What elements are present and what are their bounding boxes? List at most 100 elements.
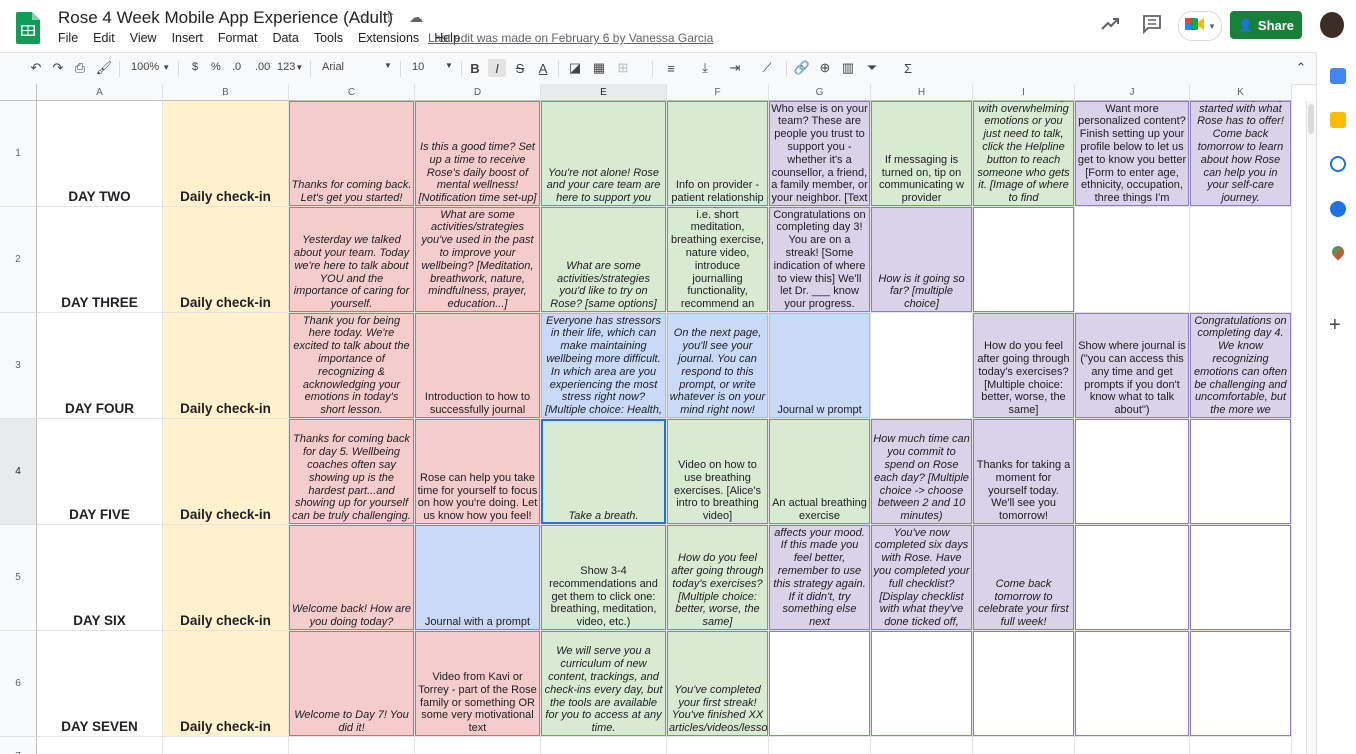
cell-h6[interactable] [871, 631, 973, 737]
cell-i1[interactable]: If you are dealing with overwhelming emo… [973, 101, 1075, 207]
italic-button[interactable]: I [488, 59, 506, 77]
borders-icon[interactable]: ▦ [590, 59, 608, 77]
cell-c3[interactable]: Thank you for being here today. We're ex… [289, 313, 415, 419]
filter-icon[interactable]: ⏷ [863, 59, 881, 77]
cell-j3[interactable]: Show where journal is ("you can access t… [1075, 313, 1190, 419]
cell-h3[interactable] [871, 313, 973, 419]
cell-a7[interactable] [37, 737, 163, 754]
cell-k3[interactable]: Congratulations on completing day 4. We … [1190, 313, 1292, 419]
paint-format-icon[interactable]: 🖌 [95, 59, 113, 77]
cell-h5[interactable]: You've now completed six days with Rose.… [871, 525, 973, 631]
row-header-5[interactable]: 5 [0, 525, 37, 631]
document-title[interactable]: Rose 4 Week Mobile App Experience (Adult… [58, 8, 393, 28]
row-header-1[interactable]: 1 [0, 101, 37, 207]
cell-a1[interactable]: DAY TWO [37, 101, 163, 207]
cell-i6[interactable] [973, 631, 1075, 737]
cell-g3[interactable]: Journal w prompt [769, 313, 871, 419]
more-formats-select[interactable]: 123▼ [277, 61, 303, 73]
undo-icon[interactable]: ↶ [27, 59, 45, 77]
cell-e4[interactable]: Take a breath. [541, 419, 667, 525]
cell-f6[interactable]: You've completed your first streak! You'… [667, 631, 769, 737]
cell-i7[interactable] [973, 737, 1075, 754]
cell-k1[interactable]: You're just getting started with what Ro… [1190, 101, 1292, 207]
merge-cells-icon[interactable]: ⊞ [614, 59, 632, 77]
column-header-j[interactable]: J [1075, 84, 1190, 101]
menu-view[interactable]: View [130, 31, 157, 45]
move-to-folder-icon[interactable]: ⇪ [382, 9, 398, 26]
cell-a5[interactable]: DAY SIX [37, 525, 163, 631]
cell-k6[interactable] [1190, 631, 1292, 737]
star-icon[interactable]: ☆ [356, 9, 372, 26]
text-color-icon[interactable]: A [534, 59, 552, 77]
cell-h7[interactable] [871, 737, 973, 754]
currency-format-button[interactable]: $ [192, 61, 198, 73]
cell-b2[interactable]: Daily check-in [163, 207, 289, 313]
avatar[interactable] [1320, 12, 1344, 38]
font-size-select[interactable]: 10 ▼ [412, 61, 454, 73]
cell-g6[interactable] [769, 631, 871, 737]
cell-f3[interactable]: On the next page, you'll see your journa… [667, 313, 769, 419]
maps-icon[interactable] [1329, 243, 1347, 261]
menu-format[interactable]: Format [218, 31, 258, 45]
cell-f2[interactable]: Serve them up what they selected i.e. sh… [667, 207, 769, 313]
add-addon-icon[interactable]: + [1329, 314, 1341, 337]
row-header-6[interactable]: 6 [0, 631, 37, 737]
fill-color-icon[interactable]: ◪ [566, 59, 584, 77]
column-header-a[interactable]: A [37, 84, 163, 101]
comments-icon[interactable] [1142, 14, 1162, 39]
contacts-icon[interactable] [1330, 201, 1346, 217]
cell-c5[interactable]: Welcome back! How are you doing today? [289, 525, 415, 631]
cell-b4[interactable]: Daily check-in [163, 419, 289, 525]
cell-h4[interactable]: How much time can you commit to spend on… [871, 419, 973, 525]
percent-format-button[interactable]: % [211, 61, 221, 73]
cell-j6[interactable] [1075, 631, 1190, 737]
cell-j5[interactable] [1075, 525, 1190, 631]
increase-decimal-button[interactable]: .00 [255, 61, 270, 73]
text-wrap-icon[interactable]: ⇥ [726, 59, 744, 77]
row-header-4[interactable]: 4 [0, 419, 37, 525]
cell-k2[interactable] [1190, 207, 1292, 313]
cell-j7[interactable] [1075, 737, 1190, 754]
cell-a2[interactable]: DAY THREE [37, 207, 163, 313]
cell-i2[interactable] [973, 207, 1075, 313]
cell-i5[interactable]: Come back tomorrow to celebrate your fir… [973, 525, 1075, 631]
cell-e1[interactable]: You're not alone! Rose and your care tea… [541, 101, 667, 207]
vertical-align-icon[interactable]: ⤓ [696, 59, 714, 77]
menu-data[interactable]: Data [272, 31, 298, 45]
insert-comment-icon[interactable]: ⊕ [816, 59, 834, 77]
menu-edit[interactable]: Edit [93, 31, 115, 45]
functions-icon[interactable]: Σ [899, 59, 917, 77]
row-header-7[interactable]: 7 [0, 737, 37, 754]
cell-g2[interactable]: Congratulations on completing day 3! You… [769, 207, 871, 313]
cell-k5[interactable] [1190, 525, 1292, 631]
cell-d3[interactable]: Introduction to how to successfully jour… [415, 313, 541, 419]
cell-k7[interactable] [1190, 737, 1292, 754]
column-header-d[interactable]: D [415, 84, 541, 101]
meet-button[interactable]: ▼ [1178, 11, 1222, 41]
cell-c2[interactable]: Yesterday we talked about your team. Tod… [289, 207, 415, 313]
redo-icon[interactable]: ↷ [49, 59, 67, 77]
cell-g7[interactable] [769, 737, 871, 754]
cloud-status-icon[interactable]: ☁ [408, 9, 424, 26]
cell-j2[interactable] [1075, 207, 1190, 313]
column-header-i[interactable]: I [973, 84, 1075, 101]
cell-e6[interactable]: We will serve you a curriculum of new co… [541, 631, 667, 737]
menu-file[interactable]: File [58, 31, 78, 45]
cell-a6[interactable]: DAY SEVEN [37, 631, 163, 737]
menu-insert[interactable]: Insert [172, 31, 203, 45]
bold-button[interactable]: B [466, 59, 484, 77]
cell-b1[interactable]: Daily check-in [163, 101, 289, 207]
spreadsheet-grid[interactable]: A B C D E F G H I J K 1 DAY TWO Daily check-in Thanks … [0, 84, 1306, 754]
decrease-decimal-button[interactable]: .0 [232, 61, 241, 73]
cell-d6[interactable]: Video from Kavi or Torrey - part of the … [415, 631, 541, 737]
insert-chart-icon[interactable]: ▥ [839, 59, 857, 77]
collapse-toolbar-icon[interactable]: ⌃ [1292, 59, 1310, 77]
row-header-3[interactable]: 3 [0, 313, 37, 419]
share-button[interactable]: 👤 Share [1230, 11, 1302, 39]
cell-b3[interactable]: Daily check-in [163, 313, 289, 419]
cell-c4[interactable]: Thanks for coming back for day 5. Wellbe… [289, 419, 415, 525]
cell-d5[interactable]: Journal with a prompt [415, 525, 541, 631]
column-header-e[interactable]: E [541, 84, 667, 101]
cell-f1[interactable]: Info on provider - patient relationship [667, 101, 769, 207]
cell-g1[interactable]: Who else is on your team? These are peop… [769, 101, 871, 207]
